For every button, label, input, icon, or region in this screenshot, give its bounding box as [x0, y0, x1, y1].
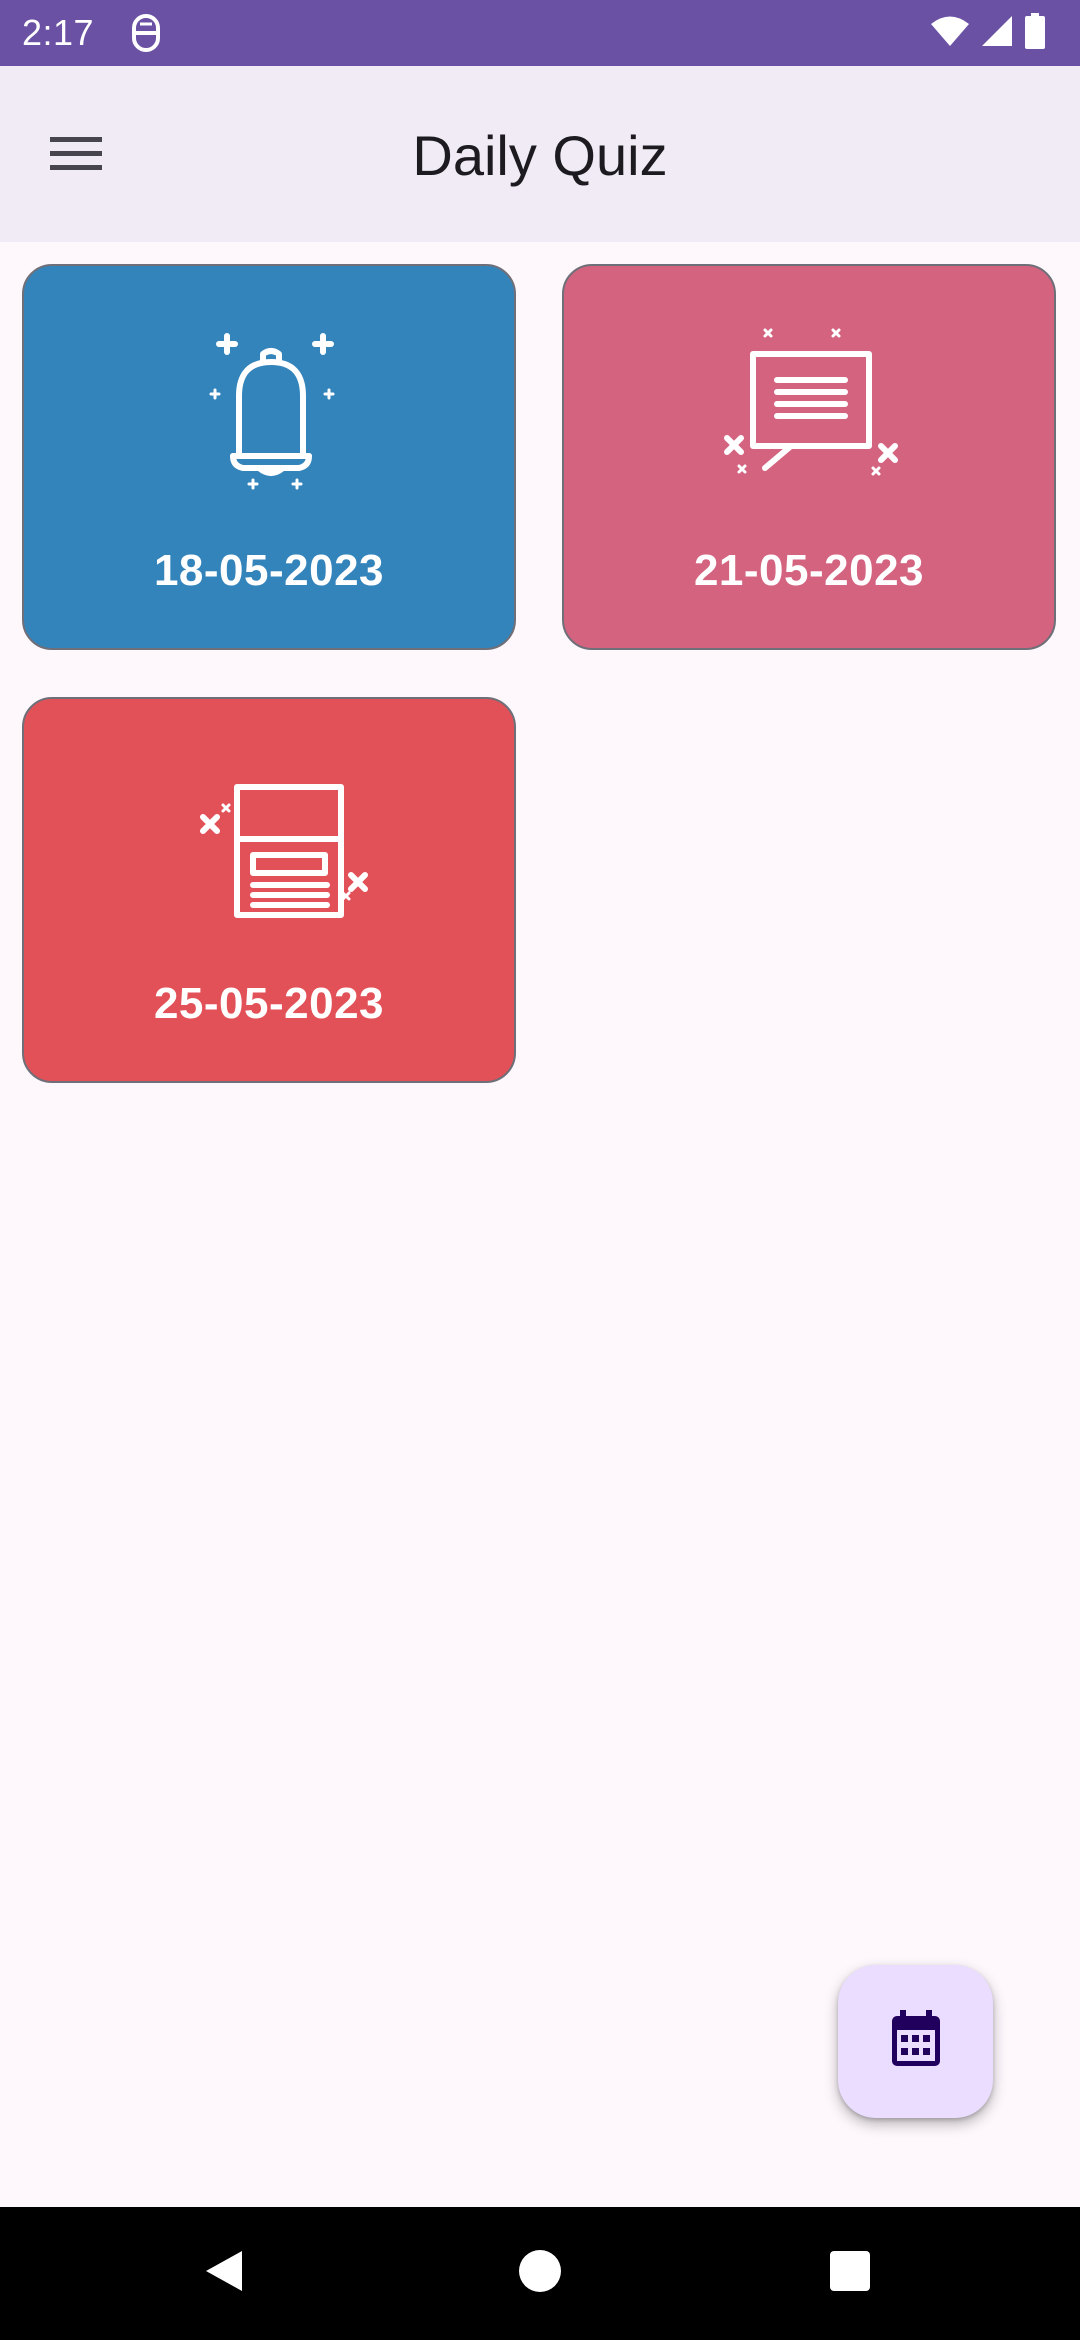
hamburger-menu-icon: [48, 134, 104, 179]
quiz-date: 18-05-2023: [153, 546, 385, 595]
home-icon: [518, 2249, 562, 2298]
message-board-icon: [711, 326, 911, 496]
status-icons: [930, 12, 1046, 54]
recents-icon: [828, 2249, 872, 2298]
home-button[interactable]: [480, 2207, 600, 2340]
status-bar: 2:17: [0, 0, 1080, 66]
battery-icon: [1024, 12, 1046, 54]
quiz-card[interactable]: 21-05-2023: [562, 264, 1056, 650]
quiz-date: 25-05-2023: [153, 979, 385, 1028]
calendar-icon: [890, 2010, 942, 2073]
document-icon: [171, 759, 371, 929]
back-icon: [202, 2247, 246, 2300]
quiz-card[interactable]: 25-05-2023: [22, 697, 516, 1083]
system-nav-bar: [0, 2207, 1080, 2340]
quiz-card[interactable]: 18-05-2023: [22, 264, 516, 650]
app-bar: Daily Quiz: [0, 66, 1080, 242]
status-time: 2:17: [22, 12, 95, 53]
bell-icon: [171, 326, 371, 496]
menu-button[interactable]: [36, 116, 116, 196]
recents-button[interactable]: [790, 2207, 910, 2340]
calendar-fab[interactable]: [838, 1965, 993, 2118]
quiz-date: 21-05-2023: [693, 546, 925, 595]
signal-icon: [980, 15, 1014, 52]
app-notification-icon: [128, 14, 164, 52]
page-title: Daily Quiz: [412, 124, 668, 187]
wifi-icon: [930, 15, 970, 52]
back-button[interactable]: [164, 2207, 284, 2340]
